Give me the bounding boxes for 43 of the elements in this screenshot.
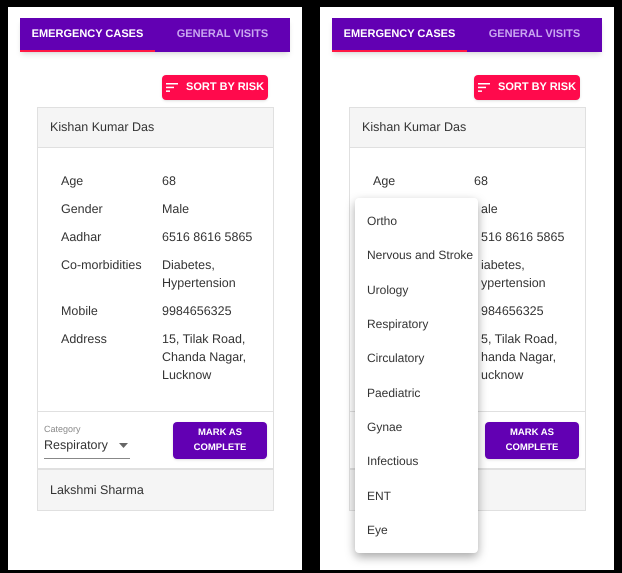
tab[interactable]: EMERGENCY CASES [332,18,467,52]
menu-item[interactable]: ENT [355,478,478,513]
category-select[interactable]: Respiratory [44,436,130,460]
detail-label: Address [61,332,107,346]
sort-icon [166,83,178,92]
detail-label: Age [61,174,84,188]
complete-button[interactable]: MARK AS COMPLETE [173,422,267,458]
detail-value: 9984656325 [162,303,232,320]
detail-label: Aadhar [61,230,102,244]
menu-item[interactable]: Infectious [355,444,478,478]
detail-value: 68 [474,173,488,190]
detail-value: 68 [162,173,176,190]
detail-value: 6516 8616 5865 [162,229,252,246]
tab[interactable]: EMERGENCY CASES [20,18,155,52]
sort-button[interactable]: SORT BY RISK [474,75,580,100]
caret-icon [119,443,128,448]
detail-label: Co-morbidities [61,258,142,272]
detail-label: Age [373,174,396,188]
detail-value: iabetes, ypertension [480,257,546,292]
detail-value: 984656325 [480,303,544,320]
menu-item[interactable]: Respiratory [355,306,478,342]
complete-button[interactable]: MARK AS COMPLETE [485,422,579,458]
detail-value: Diabetes, Hypertension [162,257,236,292]
menu-item[interactable]: Ortho [355,204,478,238]
menu-item[interactable]: Urology [355,272,478,307]
detail-value: 5, Tilak Road, handa Nagar, ucknow [480,331,558,384]
detail-value: ale [480,201,498,218]
tab[interactable]: GENERAL VISITS [467,18,602,52]
detail-value: 15, Tilak Road, Chanda Nagar, Lucknow [162,331,246,384]
detail-value: Male [162,201,190,218]
sort-icon [478,83,490,92]
menu-item[interactable]: Paediatric [355,375,478,410]
field-label: Category [44,422,82,436]
menu-item[interactable]: Circulatory [355,341,478,376]
menu-item[interactable]: Eye [355,512,478,547]
menu-item[interactable]: Gynae [355,410,478,444]
sort-button[interactable]: SORT BY RISK [162,75,268,100]
menu-item[interactable]: Nervous and Stroke [355,238,478,273]
detail-value: 516 8616 5865 [480,229,564,246]
patient-name[interactable]: Lakshmi Sharma [50,480,144,500]
tab[interactable]: GENERAL VISITS [155,18,290,52]
detail-label: Gender [61,202,103,216]
detail-label: Mobile [61,304,98,318]
